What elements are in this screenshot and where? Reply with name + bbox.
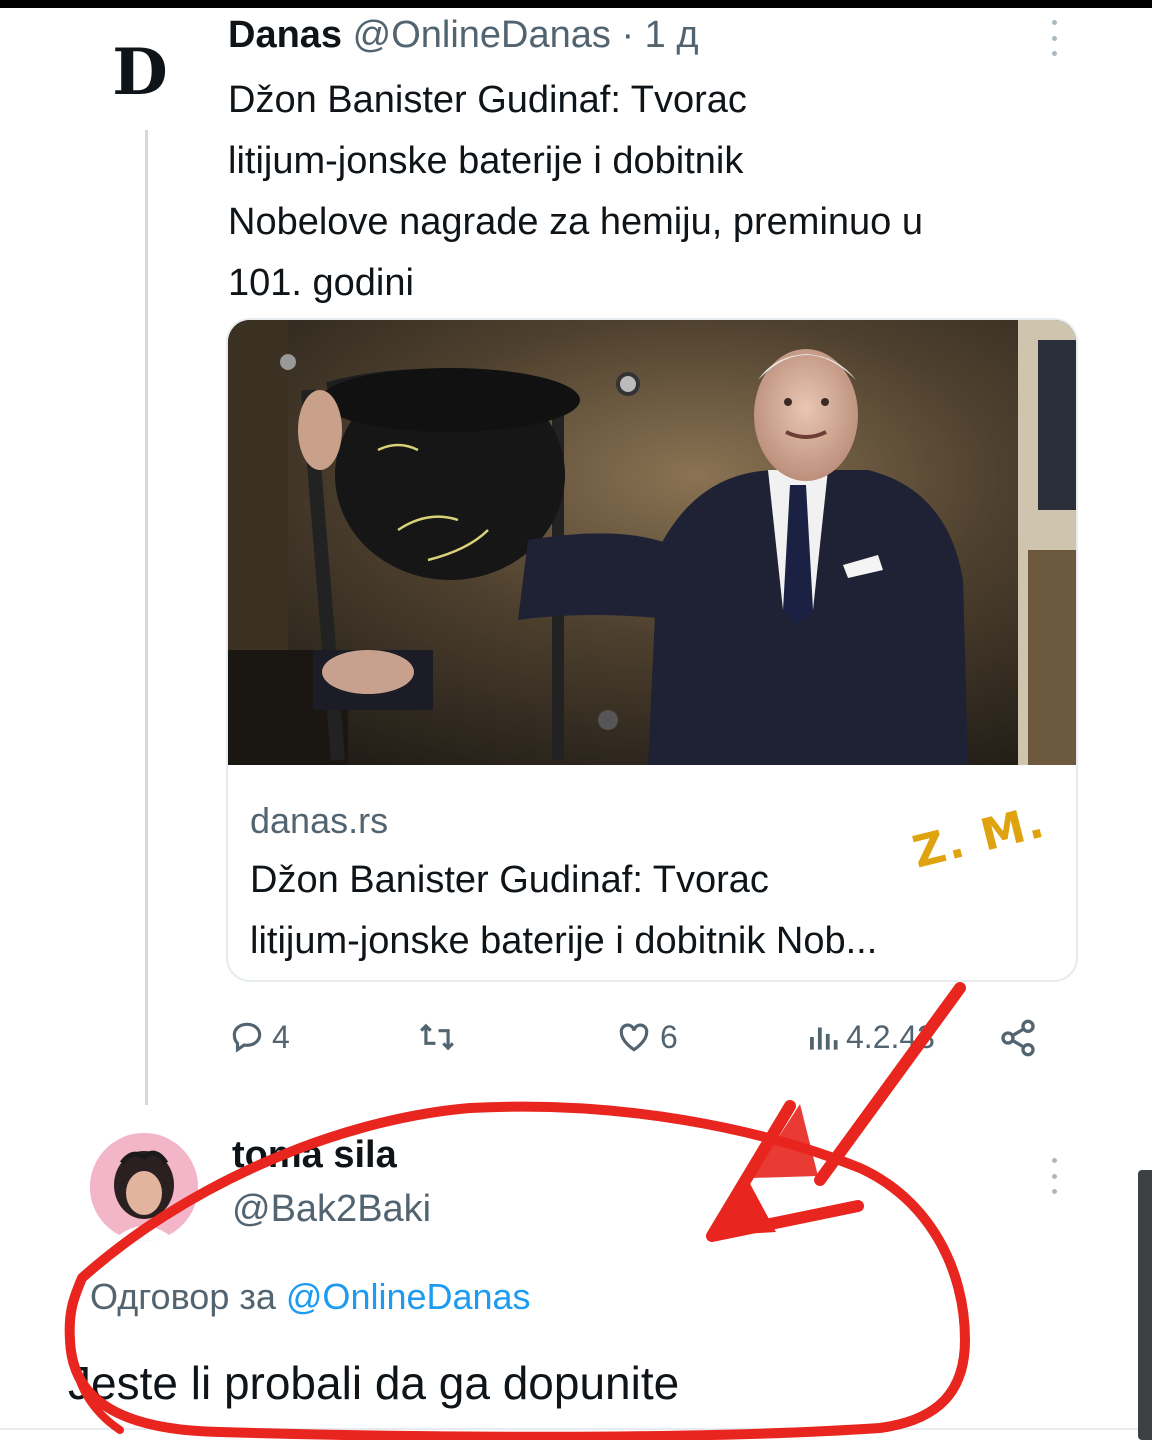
share-icon xyxy=(1001,1019,1035,1057)
reply-to-line: Одговор за @OnlineDanas xyxy=(90,1276,531,1318)
reply-author-handle[interactable]: @Bak2Baki xyxy=(232,1188,431,1231)
card-domain: danas.rs xyxy=(250,800,389,841)
card-photo xyxy=(228,320,1076,765)
danas-avatar[interactable]: D xyxy=(104,35,176,110)
card-title-line: litijum-jonske baterije i dobitnik Nob..… xyxy=(250,920,878,962)
scrollbar[interactable] xyxy=(1138,1170,1152,1440)
more-vertical-icon[interactable] xyxy=(1048,20,1060,56)
reply-action[interactable]: 4 xyxy=(228,1018,290,1056)
tweet-text-line: Nobelove nagrade za hemiju, preminuo u xyxy=(228,201,923,243)
like-count: 6 xyxy=(660,1018,678,1055)
author-handle-time: @OnlineDanas · 1 д xyxy=(352,14,699,56)
more-vertical-icon[interactable] xyxy=(1048,1158,1060,1194)
tweet-text-line: Džon Banister Gudinaf: Tvorac xyxy=(228,79,747,121)
like-action[interactable]: 6 xyxy=(614,1018,678,1056)
avatar[interactable] xyxy=(90,1133,198,1241)
like-icon xyxy=(619,1023,649,1052)
tweet-text-line: 101. godini xyxy=(228,262,414,304)
reply-author-name[interactable]: toma sila xyxy=(232,1134,397,1177)
views-icon xyxy=(810,1027,838,1050)
views-count: 4.2.43 xyxy=(846,1018,935,1055)
reply-to-handle[interactable]: @OnlineDanas xyxy=(286,1276,531,1317)
reply-count: 4 xyxy=(272,1018,290,1055)
tweet-text-line: litijum-jonske baterije i dobitnik xyxy=(228,140,744,182)
tweet-text: Džon Banister Gudinaf: Tvorac litijum-jo… xyxy=(228,70,1088,314)
tweet-header: Danas @OnlineDanas · 1 д xyxy=(228,14,699,57)
link-card[interactable]: danas.rs Džon Banister Gudinaf: Tvorac l… xyxy=(226,318,1078,982)
reply-icon xyxy=(232,1022,262,1053)
top-status-strip xyxy=(0,0,1152,8)
tweet-action-bar: 4 6 4.2.43 xyxy=(228,1018,1058,1074)
retweet-action[interactable] xyxy=(416,1018,464,1056)
thread-line xyxy=(145,130,148,1105)
views-action[interactable]: 4.2.43 xyxy=(806,1018,935,1056)
share-action[interactable] xyxy=(998,1018,1038,1058)
divider xyxy=(0,1428,1152,1430)
reply-text: Jeste li probali da ga dopunite xyxy=(68,1357,680,1409)
reply-to-prefix: Одговор за xyxy=(90,1276,276,1317)
retweet-icon xyxy=(420,1023,454,1051)
author-name[interactable]: Danas xyxy=(228,14,342,56)
